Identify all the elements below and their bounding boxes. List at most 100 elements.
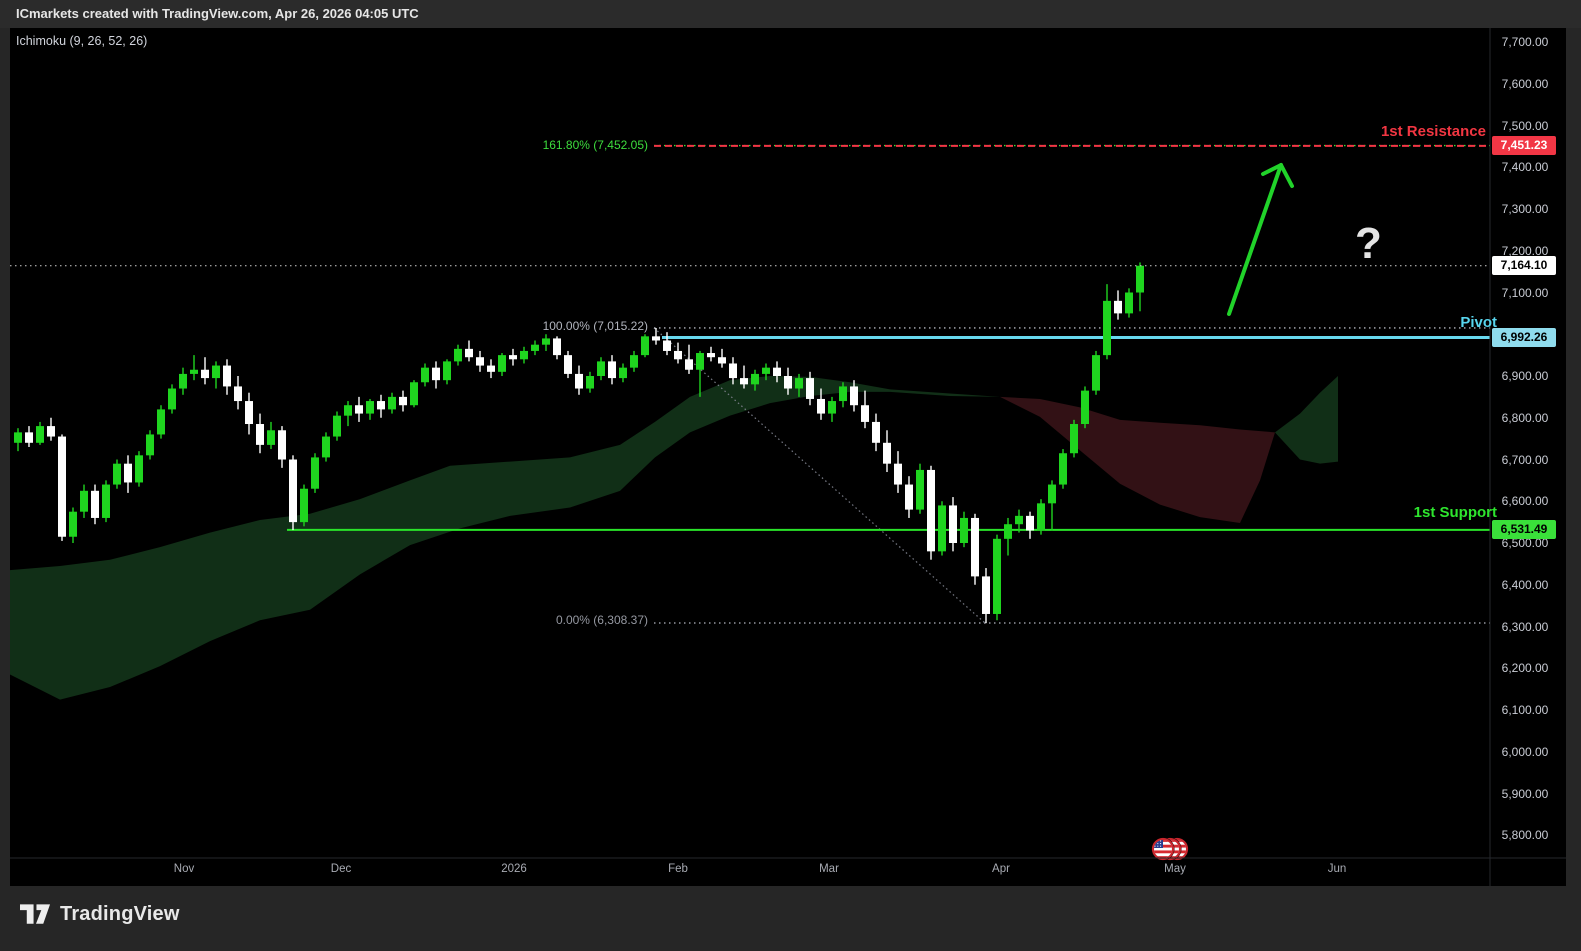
price-tick-label: 5,800.00 <box>1494 828 1556 842</box>
candle-body <box>641 336 649 355</box>
candle-body <box>201 370 209 378</box>
price-tick-label: 6,700.00 <box>1494 453 1556 467</box>
fib-level-161-label[interactable]: 161.80% (7,452.05) <box>388 138 648 152</box>
time-axis-label: Feb <box>648 863 708 875</box>
candle-body <box>344 405 352 415</box>
candle-body <box>927 470 935 551</box>
candle-body <box>575 374 583 389</box>
chart-canvas[interactable] <box>0 0 1581 951</box>
candle-body <box>135 455 143 482</box>
candle-body <box>795 378 803 388</box>
candle-body <box>839 386 847 401</box>
candle-body <box>619 368 627 378</box>
candle-body <box>1103 301 1111 355</box>
price-tick-label: 7,600.00 <box>1494 77 1556 91</box>
candle-body <box>707 353 715 357</box>
candle-body <box>773 368 781 376</box>
candle-body <box>322 437 330 458</box>
candle-body <box>223 366 231 387</box>
candle-body <box>1048 485 1056 504</box>
candle-body <box>69 512 77 537</box>
pivot-price-badge: 6,992.26 <box>1492 328 1556 347</box>
candle-body <box>740 378 748 384</box>
time-axis-label: Nov <box>154 863 214 875</box>
candle-body <box>982 576 990 614</box>
fib-level-100-label[interactable]: 100.00% (7,015.22) <box>388 319 648 333</box>
candle-body <box>916 470 924 510</box>
resistance-label[interactable]: 1st Resistance <box>1381 123 1486 140</box>
us-flag-event-icon[interactable] <box>1152 838 1189 861</box>
indicator-label[interactable]: Ichimoku (9, 26, 52, 26) <box>16 34 147 48</box>
candle-body <box>938 505 946 551</box>
tradingview-brand[interactable]: TradingView <box>20 903 180 926</box>
candle-body <box>311 457 319 488</box>
candle-body <box>905 485 913 510</box>
price-tick-label: 5,900.00 <box>1494 787 1556 801</box>
time-axis-label: Mar <box>799 863 859 875</box>
candle-body <box>1114 301 1122 314</box>
candle-body <box>190 370 198 374</box>
candle-body <box>960 518 968 543</box>
candle-body <box>25 432 33 442</box>
candle-body <box>432 368 440 381</box>
candle-body <box>751 374 759 384</box>
candle-body <box>828 401 836 414</box>
support-price-badge: 6,531.49 <box>1492 520 1556 539</box>
candle-body <box>421 368 429 383</box>
time-axis-label: Apr <box>971 863 1031 875</box>
tradingview-logo-text: TradingView <box>60 903 180 926</box>
candle-body <box>476 357 484 365</box>
last-price-price-badge: 7,164.10 <box>1492 256 1556 275</box>
price-tick-label: 6,900.00 <box>1494 369 1556 383</box>
candle-body <box>410 382 418 405</box>
candle-body <box>454 349 462 362</box>
price-tick-label: 6,400.00 <box>1494 578 1556 592</box>
candle-body <box>872 422 880 443</box>
candle-body <box>256 424 264 445</box>
up-arrow-drawing[interactable] <box>1229 165 1292 314</box>
price-tick-label: 6,800.00 <box>1494 411 1556 425</box>
candle-body <box>487 366 495 372</box>
price-tick-label: 6,600.00 <box>1494 494 1556 508</box>
candle-body <box>817 399 825 414</box>
candle-body <box>80 491 88 512</box>
question-mark-annotation[interactable]: ? <box>1355 219 1382 269</box>
price-tick-label: 7,400.00 <box>1494 160 1556 174</box>
plot-area <box>10 146 1490 700</box>
candle-body <box>861 405 869 422</box>
candle-body <box>784 376 792 389</box>
fib-baseline[interactable] <box>654 328 985 623</box>
price-tick-label: 6,100.00 <box>1494 703 1556 717</box>
candle-body <box>1015 516 1023 524</box>
price-tick-label: 6,300.00 <box>1494 620 1556 634</box>
candle-body <box>542 338 550 344</box>
time-axis-label: 2026 <box>484 863 544 875</box>
price-tick-label: 7,100.00 <box>1494 286 1556 300</box>
candle-body <box>113 464 121 485</box>
chart-title: ICmarkets created with TradingView.com, … <box>16 6 419 21</box>
candle-body <box>1125 293 1133 314</box>
fib-level-0-label[interactable]: 0.00% (6,308.37) <box>388 613 648 627</box>
candle-body <box>91 491 99 518</box>
candle-body <box>718 357 726 363</box>
candle-body <box>168 389 176 410</box>
candle-body <box>696 353 704 370</box>
price-tick-label: 6,200.00 <box>1494 661 1556 675</box>
price-tick-label: 7,700.00 <box>1494 35 1556 49</box>
candle-body <box>806 378 814 399</box>
candle-body <box>949 505 957 543</box>
candle-body <box>146 434 154 455</box>
candle-body <box>1059 453 1067 484</box>
candle-body <box>883 443 891 464</box>
candle-body <box>564 355 572 374</box>
candle-body <box>388 397 396 410</box>
candle-body <box>652 336 660 340</box>
candle-body <box>1070 424 1078 453</box>
candle-body <box>850 386 858 405</box>
support-label[interactable]: 1st Support <box>1414 504 1497 521</box>
candle-body <box>157 409 165 434</box>
candle-body <box>1004 524 1012 539</box>
candle-body <box>993 539 1001 614</box>
resistance-price-badge: 7,451.23 <box>1492 136 1556 155</box>
candle-body <box>47 426 55 436</box>
